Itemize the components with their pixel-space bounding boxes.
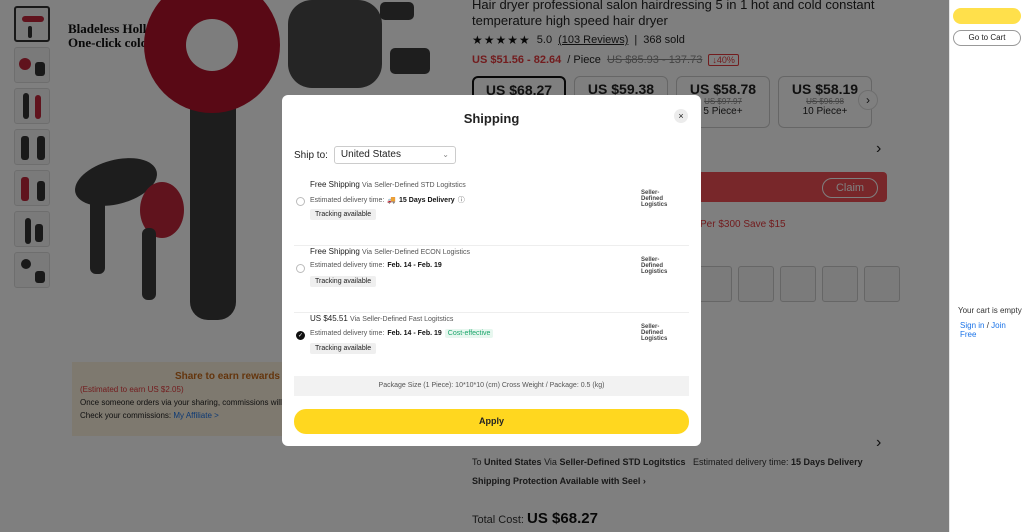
tracking-badge: Tracking available [310, 343, 377, 354]
radio-button-checked[interactable]: ✓ [296, 331, 305, 340]
option-method: Seller-Defined Fast Logitstics [362, 316, 454, 323]
cart-promo-pill[interactable] [953, 8, 1021, 24]
option-price: Free Shipping [310, 247, 360, 256]
sign-in-link[interactable]: Sign in [960, 321, 984, 330]
cost-effective-badge: Cost-effective [444, 329, 494, 338]
shipping-option[interactable]: Free Shipping Via Seller-Defined STD Log… [294, 180, 689, 246]
option-price: Free Shipping [310, 180, 360, 189]
cart-sidebar: Go to Cart Your cart is empty Sign in / … [949, 0, 1024, 532]
cart-empty-text: Your cart is empty [958, 306, 1022, 315]
option-est-value: Feb. 14 - Feb. 19 [387, 330, 442, 337]
option-price: US $45.51 [310, 314, 348, 323]
country-select[interactable]: United States ⌄ [333, 146, 456, 164]
option-est-label: Estimated delivery time: [310, 196, 385, 204]
option-est-label: Estimated delivery time: [310, 262, 385, 269]
option-est-label: Estimated delivery time: [310, 330, 385, 337]
close-icon[interactable]: × [674, 109, 688, 123]
sign-in-row: Sign in / Join Free [960, 321, 1006, 339]
option-method: Seller-Defined ECON Logistics [374, 249, 470, 256]
logistics-logo: Seller-Defined Logistics [641, 324, 668, 342]
ship-to-row: Ship to: United States ⌄ [294, 146, 456, 164]
info-icon[interactable]: ⓘ [458, 195, 465, 205]
package-info: Package Size (1 Piece): 10*10*10 (cm) Cr… [294, 376, 689, 396]
option-via: Via [362, 249, 373, 256]
option-est-value: Feb. 14 - Feb. 19 [387, 262, 442, 269]
go-to-cart-button[interactable]: Go to Cart [953, 30, 1021, 46]
option-est-value: 15 Days Delivery [399, 196, 455, 204]
tracking-badge: Tracking available [310, 209, 377, 220]
option-via: Via [362, 182, 373, 189]
shipping-option[interactable]: ✓ US $45.51 Via Seller-Defined Fast Logi… [294, 314, 689, 380]
logistics-logo: Seller-Defined Logistics [641, 190, 668, 208]
ship-to-label: Ship to: [294, 149, 328, 161]
modal-title: Shipping [463, 111, 520, 126]
apply-button[interactable]: Apply [294, 409, 689, 434]
product-page: Bladeless Hollow One-click cold air Hair… [0, 0, 1024, 532]
country-value: United States [340, 149, 401, 160]
option-method: Seller-Defined STD Logitstics [374, 182, 466, 189]
shipping-option[interactable]: Free Shipping Via Seller-Defined ECON Lo… [294, 247, 689, 313]
radio-button[interactable] [296, 197, 305, 206]
shipping-modal: Shipping × Ship to: United States ⌄ Free… [282, 95, 701, 446]
truck-icon: 🚚 [387, 197, 397, 204]
logistics-logo: Seller-Defined Logistics [641, 257, 668, 275]
tracking-badge: Tracking available [310, 276, 377, 287]
chevron-down-icon: ⌄ [442, 150, 449, 159]
option-via: Via [350, 316, 361, 323]
radio-button[interactable] [296, 264, 305, 273]
